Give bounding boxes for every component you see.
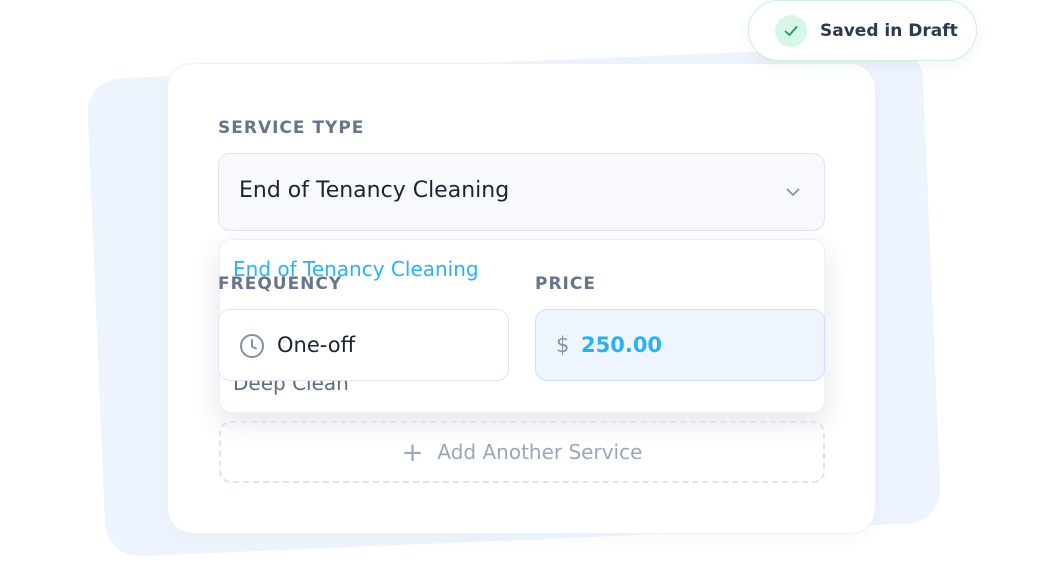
check-circle [775, 15, 807, 47]
add-service-label: Add Another Service [437, 440, 643, 464]
price-input[interactable]: $ 250.00 [535, 309, 825, 381]
frequency-value: One-off [277, 333, 356, 357]
page: SERVICE TYPE End of Tenancy Cleaning End… [0, 0, 1044, 561]
add-another-service-button[interactable]: + Add Another Service [219, 421, 825, 483]
service-type-label: SERVICE TYPE [218, 118, 365, 138]
frequency-label: FREQUENCY [218, 274, 343, 294]
plus-icon: + [401, 438, 424, 468]
chevron-down-icon [786, 188, 800, 196]
saved-status-badge: Saved in Draft [748, 0, 977, 61]
add-service-content: + Add Another Service [221, 438, 823, 468]
saved-status-text: Saved in Draft [820, 21, 958, 41]
check-icon [784, 26, 798, 36]
service-type-value: End of Tenancy Cleaning [239, 178, 510, 203]
frequency-select[interactable]: One-off [218, 309, 509, 381]
currency-symbol: $ [556, 333, 570, 357]
price-label: PRICE [535, 274, 596, 294]
clock-icon [240, 334, 264, 358]
service-type-select[interactable]: End of Tenancy Cleaning [218, 153, 825, 231]
price-value: 250.00 [581, 333, 663, 357]
